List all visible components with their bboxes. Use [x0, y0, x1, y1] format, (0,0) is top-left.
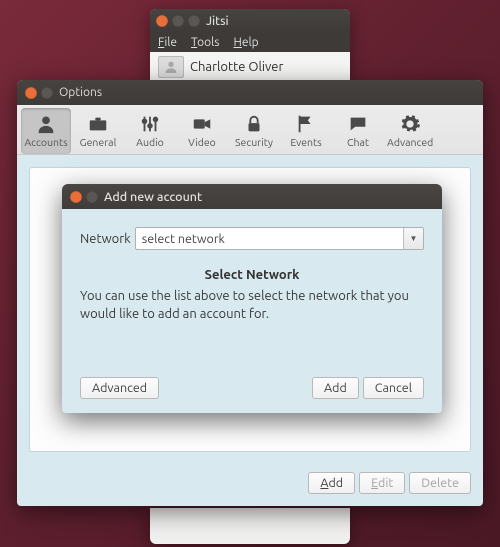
delete-button[interactable]: Delete: [409, 472, 471, 494]
jitsi-window: Jitsi File Tools Help Charlotte Oliver: [150, 9, 350, 82]
tab-label: Advanced: [387, 136, 433, 148]
dialog-add-button[interactable]: Add: [312, 377, 359, 399]
lock-icon: [231, 112, 277, 136]
minimize-icon[interactable]: [86, 191, 98, 203]
tab-general[interactable]: General: [73, 108, 123, 154]
network-combobox[interactable]: select network ▼: [135, 227, 424, 250]
dialog-description: You can use the list above to select the…: [80, 288, 424, 323]
options-footer: Add Edit Delete: [17, 464, 483, 506]
maximize-icon[interactable]: [188, 15, 200, 27]
dialog-title: Add new account: [104, 190, 202, 204]
chat-bubble-icon: [335, 112, 381, 136]
tab-security[interactable]: Security: [229, 108, 279, 154]
tab-video[interactable]: Video: [177, 108, 227, 154]
close-icon[interactable]: [70, 191, 82, 203]
tab-label: Accounts: [23, 136, 69, 148]
edit-button[interactable]: Edit: [359, 472, 405, 494]
menu-help[interactable]: Help: [234, 36, 259, 49]
tab-label: General: [75, 136, 121, 148]
avatar-icon: [158, 56, 184, 78]
tab-chat[interactable]: Chat: [333, 108, 383, 154]
close-icon[interactable]: [25, 87, 37, 99]
jitsi-menubar: File Tools Help: [150, 33, 350, 52]
contact-name: Charlotte Oliver: [190, 60, 283, 74]
network-field-row: Network select network ▼: [80, 227, 424, 250]
tab-label: Chat: [335, 136, 381, 148]
audio-sliders-icon: [127, 112, 173, 136]
tab-events[interactable]: Events: [281, 108, 331, 154]
tab-label: Events: [283, 136, 329, 148]
options-toolbar: Accounts General Audio Video Security: [17, 105, 483, 155]
tab-label: Security: [231, 136, 277, 148]
dialog-heading: Select Network: [80, 268, 424, 282]
minimize-icon[interactable]: [172, 15, 184, 27]
menu-file[interactable]: File: [158, 36, 177, 49]
dialog-titlebar[interactable]: Add new account: [62, 184, 442, 209]
minimize-icon[interactable]: [41, 87, 53, 99]
close-icon[interactable]: [156, 15, 168, 27]
video-camera-icon: [179, 112, 225, 136]
chevron-down-icon[interactable]: ▼: [403, 228, 423, 249]
contact-row[interactable]: Charlotte Oliver: [150, 52, 350, 82]
jitsi-title: Jitsi: [206, 15, 229, 28]
options-titlebar[interactable]: Options: [17, 80, 483, 105]
tab-audio[interactable]: Audio: [125, 108, 175, 154]
tab-label: Video: [179, 136, 225, 148]
network-label: Network: [80, 232, 131, 246]
network-value: select network: [142, 232, 225, 246]
options-title: Options: [59, 86, 102, 99]
tab-accounts[interactable]: Accounts: [21, 108, 71, 154]
jitsi-titlebar[interactable]: Jitsi: [150, 9, 350, 33]
add-button[interactable]: Add: [308, 472, 355, 494]
tab-advanced[interactable]: Advanced: [385, 108, 435, 154]
tab-label: Audio: [127, 136, 173, 148]
briefcase-icon: [75, 112, 121, 136]
add-account-dialog: Add new account Network select network ▼…: [62, 184, 442, 413]
flag-icon: [283, 112, 329, 136]
menu-tools[interactable]: Tools: [191, 36, 220, 49]
gear-icon: [387, 112, 433, 136]
advanced-button[interactable]: Advanced: [80, 377, 159, 399]
cancel-button[interactable]: Cancel: [363, 377, 424, 399]
accounts-person-icon: [23, 112, 69, 136]
jitsi-window-bottom: [150, 508, 350, 544]
